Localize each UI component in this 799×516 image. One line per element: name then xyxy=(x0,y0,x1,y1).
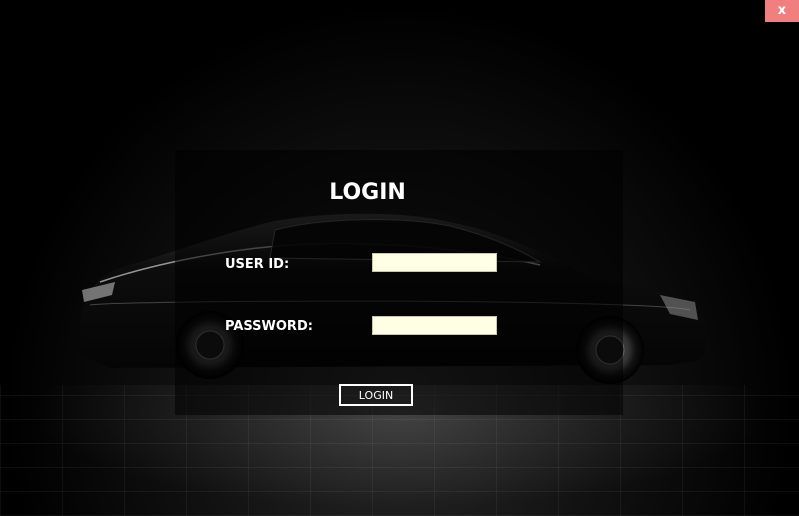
close-button[interactable]: x xyxy=(765,0,799,22)
login-button[interactable]: LOGIN xyxy=(339,384,413,406)
user-id-label: USER ID: xyxy=(225,257,290,272)
user-id-input[interactable] xyxy=(372,253,497,272)
login-title: LOGIN xyxy=(329,180,406,205)
password-input[interactable] xyxy=(372,316,497,335)
login-window: x LOGIN USER ID: PASSWORD: LOGIN xyxy=(0,0,799,516)
password-label: PASSWORD: xyxy=(225,319,313,334)
